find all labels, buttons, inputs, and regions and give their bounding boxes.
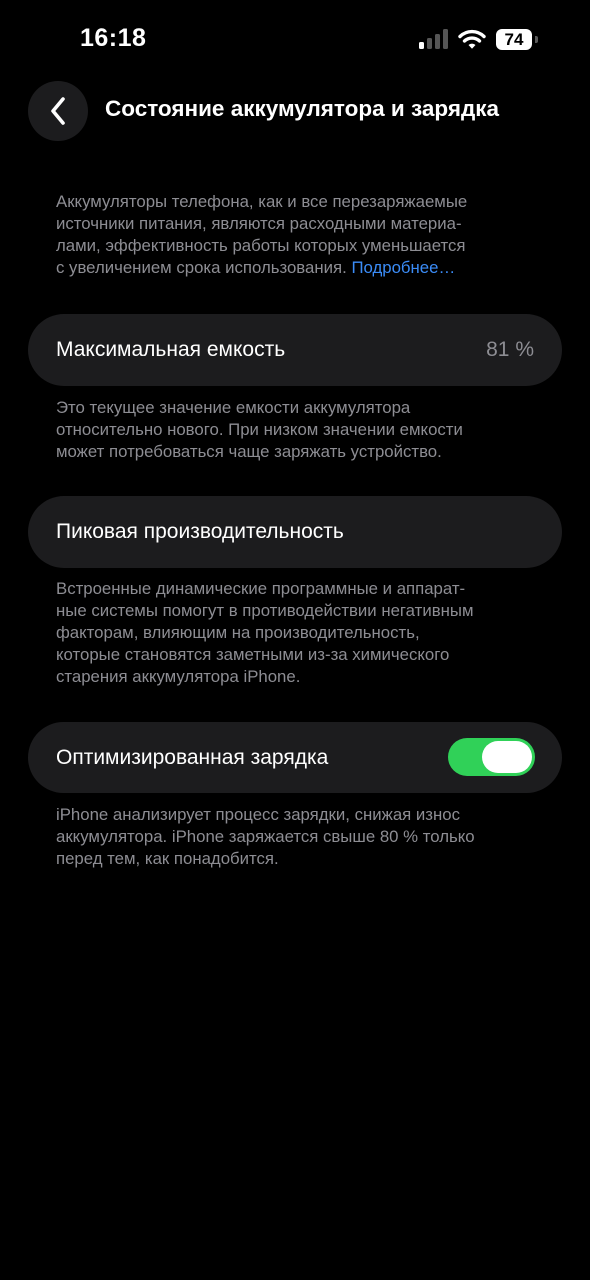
- footnote-line: ные системы помогут в противодействии не…: [56, 601, 474, 620]
- max-capacity-label: Максимальная емкость: [56, 338, 286, 361]
- intro-line-text: с увеличением срока использования.: [56, 258, 347, 277]
- footnote-line: аккумулятора. iPhone заряжается свыше 80…: [56, 827, 475, 846]
- intro-line-last: с увеличением срока использования. Подро…: [56, 257, 546, 279]
- max-capacity-row: Максимальная емкость 81 %: [28, 314, 562, 386]
- status-time: 16:18: [80, 24, 147, 52]
- max-capacity-footnote: Это текущее значение емкости аккумулятор…: [56, 397, 546, 463]
- footnote-line: может потребоваться чаще заряжать устрой…: [56, 442, 442, 461]
- intro-text: Аккумуляторы телефона, как и все перезар…: [56, 191, 546, 279]
- battery-level: 74: [504, 30, 524, 49]
- chevron-left-icon: [51, 97, 65, 125]
- toggle-knob: [482, 741, 532, 773]
- cellular-signal-icon: [419, 29, 449, 49]
- battery-cap: [535, 36, 538, 43]
- footnote-line: Это текущее значение емкости аккумулятор…: [56, 398, 411, 417]
- page-title: Состояние аккумулятора и зарядка: [105, 96, 500, 121]
- learn-more-link[interactable]: Подробнее…: [351, 258, 455, 277]
- peak-performance-label: Пиковая производительность: [56, 520, 344, 543]
- optimized-charging-footnote: iPhone анализирует процесс зарядки, сниж…: [56, 804, 546, 870]
- peak-performance-footnote: Встроенные динамические программные и ап…: [56, 578, 546, 688]
- status-bar: 16:18 74: [0, 0, 590, 80]
- peak-performance-row: Пиковая производительность: [28, 496, 562, 568]
- footnote-line: iPhone анализирует процесс зарядки, сниж…: [56, 805, 460, 824]
- wifi-icon: [458, 28, 486, 50]
- optimized-charging-toggle[interactable]: [448, 738, 535, 776]
- intro-line: лами, эффективность работы которых умень…: [56, 236, 466, 255]
- optimized-charging-label: Оптимизированная зарядка: [56, 746, 329, 769]
- footnote-line: которые становятся заметными из-за химич…: [56, 645, 450, 664]
- footnote-line: старения аккумулятора iPhone.: [56, 667, 301, 686]
- back-button[interactable]: [28, 81, 88, 141]
- intro-line: источники питания, являются расходными м…: [56, 214, 462, 233]
- max-capacity-value: 81 %: [486, 338, 534, 361]
- footnote-line: перед тем, как понадобится.: [56, 849, 279, 868]
- footnote-line: Встроенные динамические программные и ап…: [56, 579, 466, 598]
- footnote-line: факторам, влияющим на производительность…: [56, 623, 420, 642]
- battery-icon: 74: [496, 29, 532, 50]
- optimized-charging-row: Оптимизированная зарядка: [28, 722, 562, 793]
- footnote-line: относительно нового. При низком значении…: [56, 420, 463, 439]
- intro-line: Аккумуляторы телефона, как и все перезар…: [56, 192, 468, 211]
